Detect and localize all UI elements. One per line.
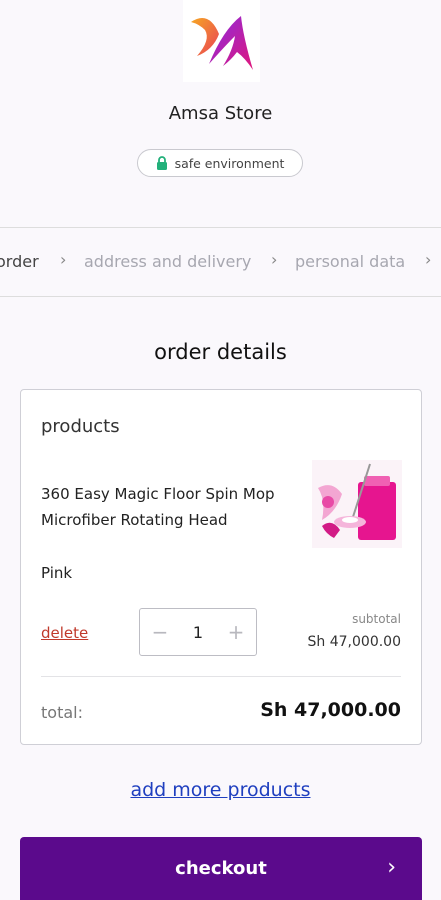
page-title: order details: [154, 340, 287, 364]
quantity-stepper: − 1 +: [139, 608, 257, 656]
subtotal-value: Sh 47,000.00: [307, 634, 401, 650]
decrement-button[interactable]: −: [150, 620, 170, 644]
checkout-steps: order › address and delivery › personal …: [0, 227, 441, 297]
divider: [41, 676, 401, 677]
product-image: [312, 460, 402, 548]
order-card: products 360 Easy Magic Floor Spin Mop M…: [20, 389, 422, 745]
step-order[interactable]: order: [0, 252, 39, 271]
total-label: total:: [41, 703, 83, 722]
subtotal-label: subtotal: [352, 612, 401, 626]
chevron-right-icon: ›: [425, 250, 432, 269]
total-value: Sh 47,000.00: [260, 699, 401, 721]
step-personal-data[interactable]: personal data: [295, 252, 405, 271]
checkout-label: checkout: [175, 858, 267, 879]
checkout-button[interactable]: checkout ›: [20, 837, 422, 900]
step-address-delivery[interactable]: address and delivery: [84, 252, 251, 271]
safe-environment-badge: safe environment: [137, 149, 303, 177]
product-name: 360 Easy Magic Floor Spin Mop Microfiber…: [41, 485, 275, 529]
store-name: Amsa Store: [168, 103, 273, 124]
lock-icon: [156, 156, 167, 170]
products-label: products: [41, 416, 120, 437]
add-more-products-link[interactable]: add more products: [0, 779, 441, 801]
quantity-value[interactable]: 1: [193, 623, 203, 642]
store-logo: [183, 0, 260, 82]
chevron-right-icon: ›: [60, 250, 67, 269]
delete-link[interactable]: delete: [41, 624, 88, 642]
safe-badge-label: safe environment: [174, 155, 285, 171]
chevron-right-icon: ›: [387, 855, 396, 880]
chevron-right-icon: ›: [271, 250, 278, 269]
product-variant: Pink: [41, 564, 73, 582]
increment-button[interactable]: +: [226, 620, 246, 644]
